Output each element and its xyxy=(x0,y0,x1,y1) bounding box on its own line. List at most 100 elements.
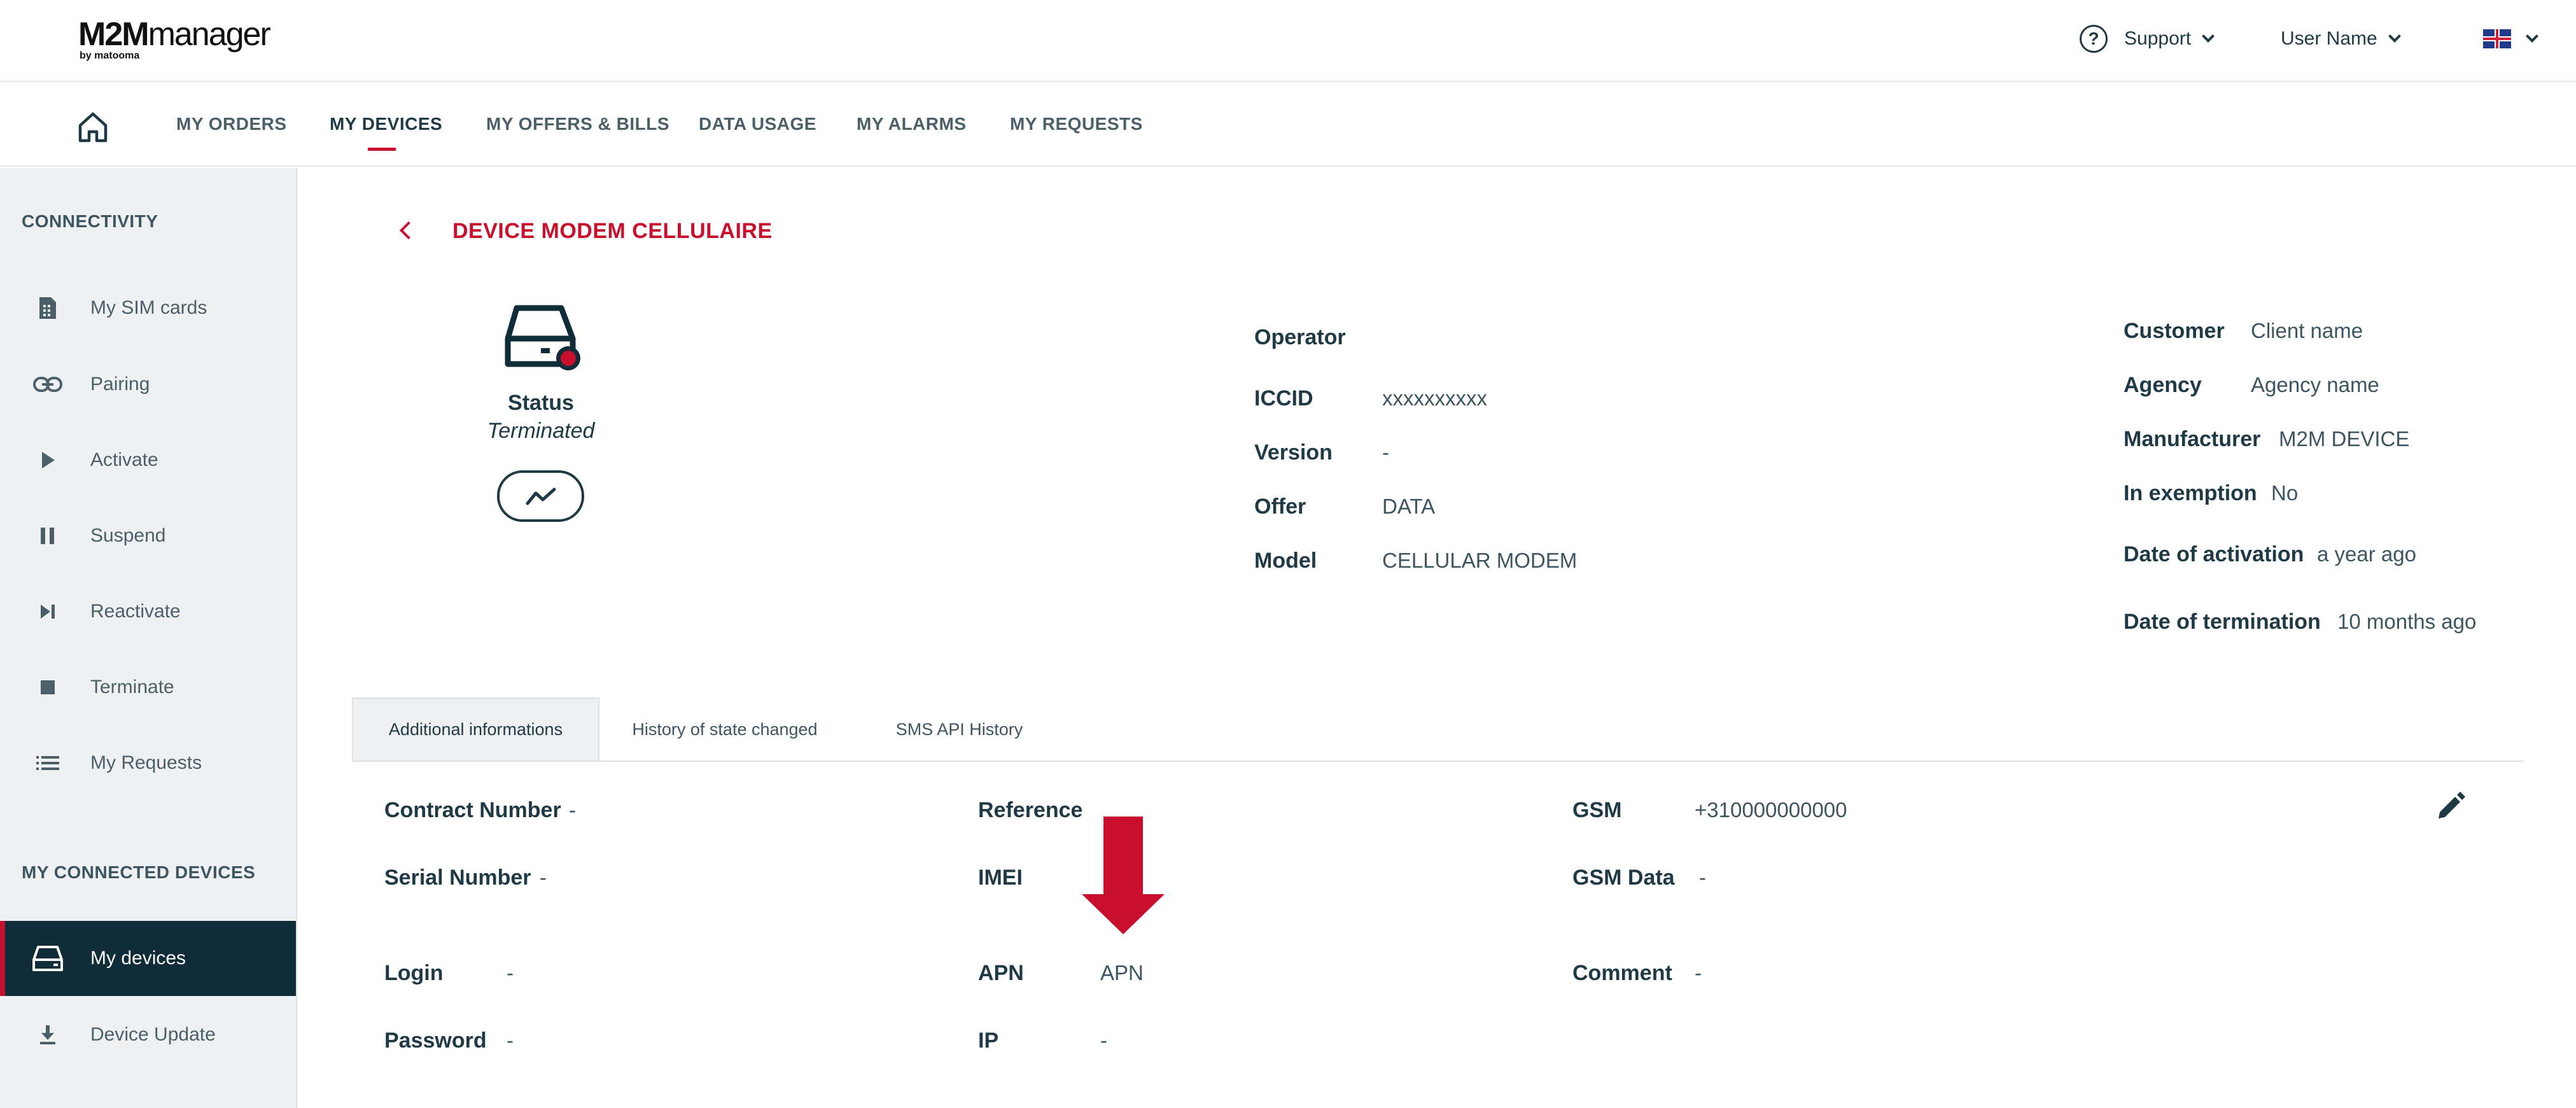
tab-additional-informations[interactable]: Additional informations xyxy=(352,698,599,762)
skip-next-icon xyxy=(29,596,67,628)
status-label: Status xyxy=(508,391,574,415)
login-value: - xyxy=(507,961,514,985)
sidebar-item-activate[interactable]: Activate xyxy=(0,435,296,486)
gsm-label: GSM xyxy=(1572,798,1622,822)
sidebar-item-label: Device Update xyxy=(90,1024,216,1045)
sidebar-item-label: Pairing xyxy=(90,374,150,395)
language-selector[interactable] xyxy=(2483,24,2538,53)
sidebar-item-pairing[interactable]: Pairing xyxy=(0,359,296,410)
comment-value: - xyxy=(1695,961,1702,985)
ip-value: - xyxy=(1100,1028,1107,1052)
sidebar-item-my-sim-cards[interactable]: My SIM cards xyxy=(0,283,296,333)
operator-label: Operator xyxy=(1254,325,1346,349)
tabs-divider xyxy=(352,761,2523,762)
status-value: Terminated xyxy=(487,419,595,443)
termination-date-label: Date of termination xyxy=(2124,610,2321,634)
sidebar-item-label: Terminate xyxy=(90,677,174,698)
nav-my-alarms[interactable]: MY ALARMS xyxy=(857,114,967,134)
sidebar-item-my-requests[interactable]: My Requests xyxy=(0,738,296,789)
page-title: DEVICE MODEM CELLULAIRE xyxy=(452,219,773,243)
login-label: Login xyxy=(384,961,444,985)
gsm-data-label: GSM Data xyxy=(1572,866,1675,890)
sim-card-icon xyxy=(29,292,67,324)
support-label: Support xyxy=(2124,28,2192,49)
usage-chart-button[interactable] xyxy=(497,470,584,522)
offer-label: Offer xyxy=(1254,494,1306,519)
nav-my-offers-bills[interactable]: MY OFFERS & BILLS xyxy=(486,114,669,134)
sidebar-item-device-update[interactable]: Device Update xyxy=(0,1009,296,1060)
password-value: - xyxy=(507,1028,514,1052)
device-status-icon xyxy=(505,305,580,370)
app-logo[interactable]: M2Mmanager by matooma xyxy=(78,16,271,61)
sidebar-item-suspend[interactable]: Suspend xyxy=(0,510,296,561)
apn-label: APN xyxy=(978,961,1024,985)
activation-date-label: Date of activation xyxy=(2124,542,2304,566)
exemption-value: No xyxy=(2271,481,2299,505)
back-arrow-icon[interactable] xyxy=(399,221,418,240)
termination-date-value: 10 months ago xyxy=(2337,610,2477,633)
customer-value: Client name xyxy=(2251,319,2363,342)
sidebar-section-connectivity: CONNECTIVITY xyxy=(22,211,158,231)
user-name-label: User Name xyxy=(2281,28,2377,49)
iccid-value: xxxxxxxxxx xyxy=(1382,386,1487,410)
agency-label: Agency xyxy=(2124,373,2202,397)
contract-number-label: Contract Number xyxy=(384,798,561,822)
home-icon[interactable] xyxy=(74,108,112,146)
password-label: Password xyxy=(384,1028,487,1053)
main-nav: MY ORDERS MY DEVICES MY OFFERS & BILLS D… xyxy=(0,83,2576,167)
activation-date-value: a year ago xyxy=(2317,542,2416,566)
iccid-label: ICCID xyxy=(1254,386,1313,410)
gsm-value: +310000000000 xyxy=(1695,798,1847,822)
apn-value: APN xyxy=(1100,961,1144,985)
download-icon xyxy=(29,1019,67,1051)
nav-data-usage[interactable]: DATA USAGE xyxy=(699,114,816,134)
chevron-down-icon xyxy=(2526,30,2538,43)
support-menu[interactable]: ? Support xyxy=(2080,24,2215,53)
user-menu[interactable]: User Name xyxy=(2281,24,2401,53)
tab-sms-api-history[interactable]: SMS API History xyxy=(865,698,1053,762)
device-icon xyxy=(29,943,67,974)
model-value: CELLULAR MODEM xyxy=(1382,549,1578,572)
sidebar: CONNECTIVITY My SIM cards Pairing Activa… xyxy=(0,168,297,1108)
link-icon xyxy=(29,368,67,400)
imei-label: IMEI xyxy=(978,866,1023,890)
tab-history-of-state-changed[interactable]: History of state changed xyxy=(611,698,839,762)
sidebar-item-reactivate[interactable]: Reactivate xyxy=(0,586,296,637)
model-label: Model xyxy=(1254,549,1317,573)
contract-number-value: - xyxy=(569,798,576,822)
exemption-label: In exemption xyxy=(2124,481,2257,505)
agency-value: Agency name xyxy=(2251,373,2379,396)
nav-my-orders[interactable]: MY ORDERS xyxy=(176,114,287,134)
gsm-data-value: - xyxy=(1699,866,1706,889)
sidebar-item-label: Suspend xyxy=(90,525,166,546)
logo-text: M2Mmanager xyxy=(78,16,271,53)
chevron-down-icon xyxy=(2388,30,2401,43)
sidebar-item-terminate[interactable]: Terminate xyxy=(0,662,296,713)
reference-label: Reference xyxy=(978,798,1083,822)
sidebar-item-label: My devices xyxy=(90,948,186,969)
nav-my-devices[interactable]: MY DEVICES xyxy=(330,114,442,134)
stop-icon xyxy=(29,671,67,703)
sidebar-item-label: Reactivate xyxy=(90,601,181,622)
manufacturer-label: Manufacturer xyxy=(2124,427,2261,451)
list-icon xyxy=(29,747,67,779)
uk-flag-icon xyxy=(2483,29,2511,48)
annotation-arrow-icon xyxy=(1082,817,1165,934)
sidebar-item-label: My Requests xyxy=(90,752,202,773)
sidebar-section-my-connected-devices: MY CONNECTED DEVICES xyxy=(22,862,256,882)
ip-label: IP xyxy=(978,1028,999,1053)
active-nav-indicator xyxy=(368,148,396,151)
customer-label: Customer xyxy=(2124,319,2225,343)
offer-value: DATA xyxy=(1382,494,1436,518)
sidebar-item-my-devices[interactable]: My devices xyxy=(0,921,296,996)
sidebar-item-label: Activate xyxy=(90,449,158,470)
manufacturer-value: M2M DEVICE xyxy=(2279,427,2410,451)
edit-icon[interactable] xyxy=(2435,789,2468,822)
trending-icon xyxy=(526,487,556,505)
comment-label: Comment xyxy=(1572,961,1672,985)
version-label: Version xyxy=(1254,440,1333,465)
serial-number-label: Serial Number xyxy=(384,866,531,890)
top-header: M2Mmanager by matooma ? Support User Nam… xyxy=(0,0,2576,82)
nav-my-requests[interactable]: MY REQUESTS xyxy=(1010,114,1143,134)
pause-icon xyxy=(29,520,67,552)
